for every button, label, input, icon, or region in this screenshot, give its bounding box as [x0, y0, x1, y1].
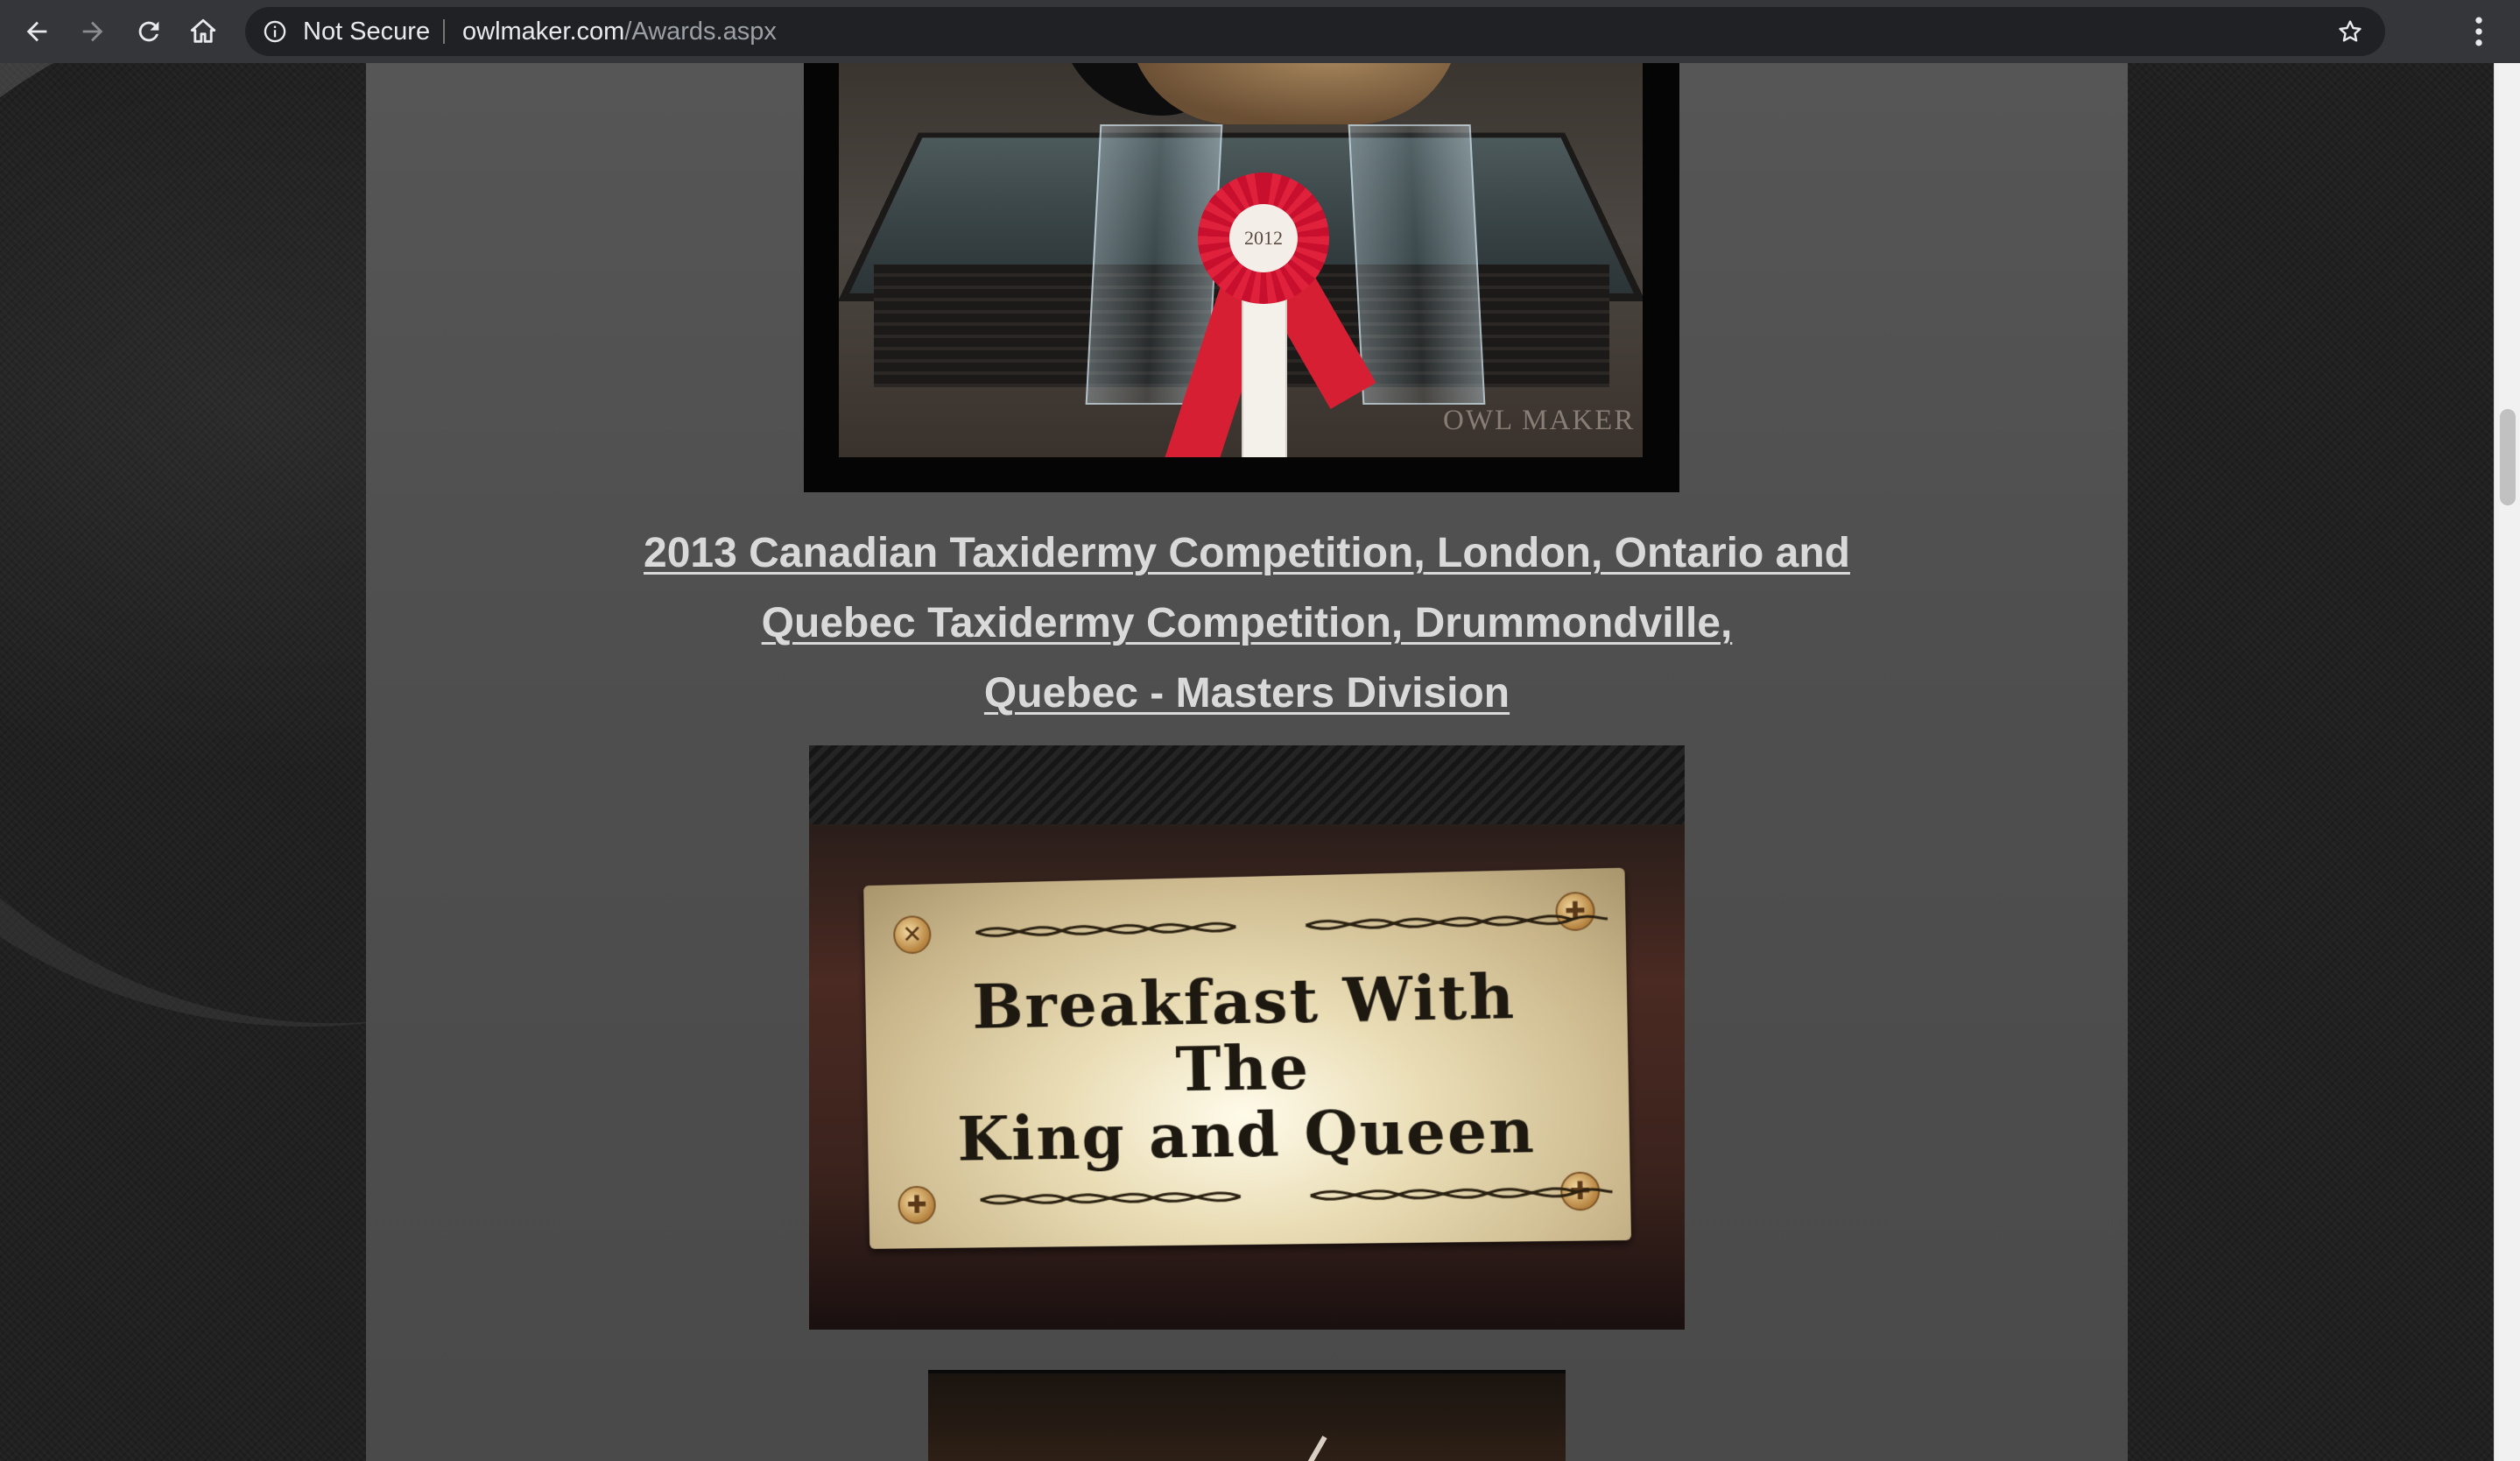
info-icon[interactable] [263, 19, 287, 44]
feather-detail [1305, 1436, 1327, 1461]
menu-icon[interactable] [2466, 12, 2492, 51]
award-heading-line1: 2013 Canadian Taxidermy Competition, Lon… [644, 530, 1850, 576]
white-ribbon [1242, 282, 1287, 457]
plaque-background-texture [809, 745, 1685, 824]
award-heading-link[interactable]: 2013 Canadian Taxidermy Competition, Lon… [366, 519, 2128, 589]
reload-button[interactable] [128, 11, 170, 53]
engraved-scroll-top [975, 906, 1608, 946]
omnibox-divider [443, 19, 445, 44]
award-rosette: 2012 [1198, 173, 1329, 304]
plaque-photo: ✕ ✚ ✚ ✚ Breakfast With The King and Quee… [809, 745, 1685, 1330]
forward-icon [82, 21, 103, 42]
engraved-scroll-bottom [980, 1178, 1612, 1212]
back-icon [26, 21, 47, 42]
url-text[interactable]: owlmaker.com/Awards.aspx [462, 7, 777, 56]
next-award-photo [928, 1370, 1566, 1461]
home-icon [190, 18, 216, 43]
award-heading-line3: Quebec - Masters Division [983, 670, 1510, 716]
screw-icon: ✚ [897, 1185, 937, 1225]
plaque-inscription: Breakfast With The King and Queen [865, 959, 1630, 1175]
screw-icon: ✕ [892, 914, 932, 955]
award-heading-link[interactable]: Quebec - Masters Division [366, 659, 2128, 729]
back-button[interactable] [16, 11, 58, 53]
brass-plate: ✕ ✚ ✚ ✚ Breakfast With The King and Quee… [863, 867, 1631, 1249]
security-label[interactable]: Not Secure [303, 7, 430, 56]
plaque-line1: Breakfast With [971, 959, 1517, 1043]
award-heading-line2: Quebec Taxidermy Competition, Drummondvi… [761, 600, 1733, 646]
forward-button[interactable] [72, 11, 114, 53]
award-heading: 2013 Canadian Taxidermy Competition, Lon… [366, 519, 2128, 729]
home-button[interactable] [182, 11, 224, 53]
address-bar[interactable]: Not Secure owlmaker.com/Awards.aspx [245, 7, 2385, 56]
star-icon[interactable] [2336, 18, 2364, 46]
page-viewport: 2012 OWL MAKER 2013 Canadian Taxidermy C… [0, 63, 2494, 1461]
scrollbar-thumb[interactable] [2500, 409, 2516, 505]
plaque-line3: King and Queen [956, 1093, 1537, 1175]
reload-icon [138, 21, 159, 42]
bird-belly [1128, 63, 1461, 124]
vertical-scrollbar[interactable] [2494, 63, 2520, 1461]
glass-trophy-right [1348, 124, 1486, 405]
trophy-photo-scene: 2012 OWL MAKER [839, 63, 1643, 457]
browser-toolbar: Not Secure owlmaker.com/Awards.aspx [0, 0, 2520, 63]
award-heading-link[interactable]: Quebec Taxidermy Competition, Drummondvi… [366, 589, 2128, 659]
rosette-year: 2012 [1229, 204, 1298, 272]
owl-maker-watermark: OWL MAKER [1443, 405, 1636, 436]
url-host: owlmaker.com [462, 18, 625, 46]
url-path: /Awards.aspx [624, 18, 777, 46]
trophy-photo: 2012 OWL MAKER [804, 63, 1679, 492]
